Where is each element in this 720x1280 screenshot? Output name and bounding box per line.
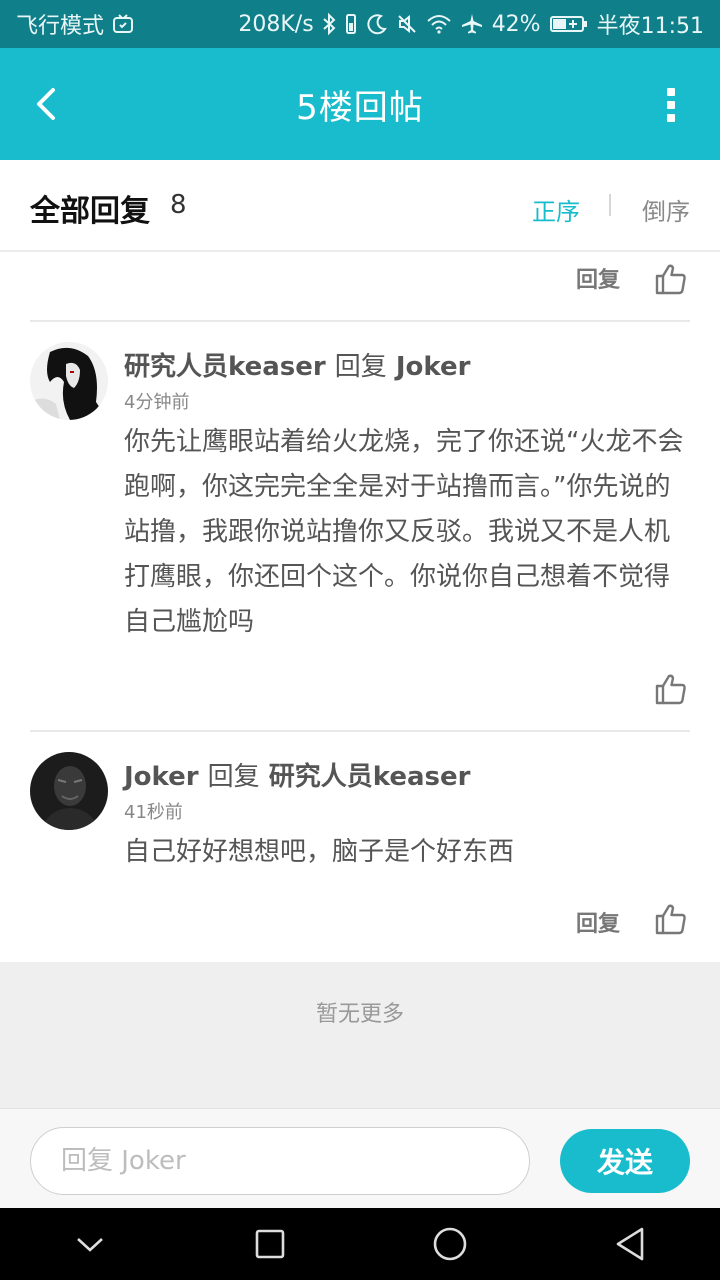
prev-comment-actions: 回复	[576, 262, 620, 294]
airplane-mode-label: 飞行模式	[16, 14, 105, 39]
reply-word: 回复	[207, 762, 260, 792]
clock: 半夜11:51	[596, 14, 704, 39]
net-speed: 208K/s	[238, 11, 314, 37]
send-button[interactable]: 发送	[560, 1129, 690, 1193]
end-of-list: 暂无更多	[0, 962, 720, 1108]
mute-icon	[396, 13, 418, 35]
sort-divider	[609, 194, 611, 216]
reply-input[interactable]	[30, 1127, 530, 1195]
no-more-label: 暂无更多	[315, 1002, 404, 1027]
bluetooth-icon	[322, 12, 336, 36]
back-arrow-icon	[37, 88, 55, 120]
page-title: 5楼回帖	[296, 87, 424, 128]
comment-divider	[30, 730, 690, 732]
sort-descending-button[interactable]: 倒序	[642, 192, 690, 227]
battery-icon	[549, 13, 589, 35]
thumbs-up-icon[interactable]	[654, 672, 688, 706]
square-icon	[255, 1229, 285, 1259]
app-bar: 5楼回帖	[0, 48, 720, 160]
sort-ascending-button[interactable]: 正序	[532, 192, 580, 227]
more-dot-icon	[667, 101, 675, 109]
replies-count: 8	[170, 190, 187, 220]
replies-title: 全部回复	[30, 194, 150, 229]
avatar[interactable]	[30, 342, 108, 420]
wifi-icon	[426, 13, 452, 35]
comment-time: 41秒前	[124, 802, 183, 823]
comment-author[interactable]: Joker	[124, 762, 199, 792]
reply-target[interactable]: Joker	[396, 352, 471, 382]
reply-button[interactable]: 回复	[576, 906, 620, 938]
thumbs-up-icon[interactable]	[654, 262, 688, 296]
avatar[interactable]	[30, 752, 108, 830]
chevron-down-icon	[77, 1238, 103, 1252]
comment-body: 自己好好想想吧，脑子是个好东西	[124, 837, 515, 867]
nav-home-button[interactable]	[420, 1214, 480, 1274]
reply-target[interactable]: 研究人员keaser	[269, 762, 471, 792]
comment-body: 你先让鹰眼站着给火龙烧，完了你还说“火龙不会跑啊，你这完完全全是对于站撸而言。”…	[124, 427, 684, 637]
reply-bar: 发送	[0, 1108, 720, 1208]
status-left: 飞行模式	[16, 8, 134, 40]
comment-header: 研究人员keaser 回复 Joker	[124, 346, 470, 383]
circle-icon	[433, 1227, 467, 1261]
moon-icon	[366, 13, 388, 35]
triangle-back-icon	[616, 1227, 644, 1261]
reply-button[interactable]: 回复	[576, 262, 620, 294]
more-dot-icon	[667, 88, 675, 96]
battery-percent: 42%	[491, 11, 541, 37]
comment-divider	[30, 320, 690, 322]
replies-header: 全部回复 8 正序 倒序	[0, 160, 720, 252]
app-notification-icon	[112, 13, 134, 35]
thumbs-up-icon[interactable]	[654, 902, 688, 936]
nav-hide-button[interactable]	[60, 1214, 120, 1274]
comment-author[interactable]: 研究人员keaser	[124, 352, 326, 382]
nav-back-button[interactable]	[600, 1214, 660, 1274]
nav-recents-button[interactable]	[240, 1214, 300, 1274]
more-dot-icon	[667, 114, 675, 122]
vibrate-battery-icon	[344, 12, 358, 36]
comment-actions: 回复	[576, 906, 620, 938]
system-nav-bar	[0, 1208, 720, 1280]
back-button[interactable]	[18, 76, 74, 132]
status-bar: 飞行模式 208K/s 42% 半夜11:51	[0, 0, 720, 48]
airplane-icon	[460, 12, 484, 36]
comment-header: Joker 回复 研究人员keaser	[124, 756, 470, 793]
comment-time: 4分钟前	[124, 392, 190, 413]
status-right: 208K/s 42% 半夜11:51	[238, 8, 704, 40]
more-options-button[interactable]	[656, 78, 686, 132]
reply-word: 回复	[334, 352, 387, 382]
